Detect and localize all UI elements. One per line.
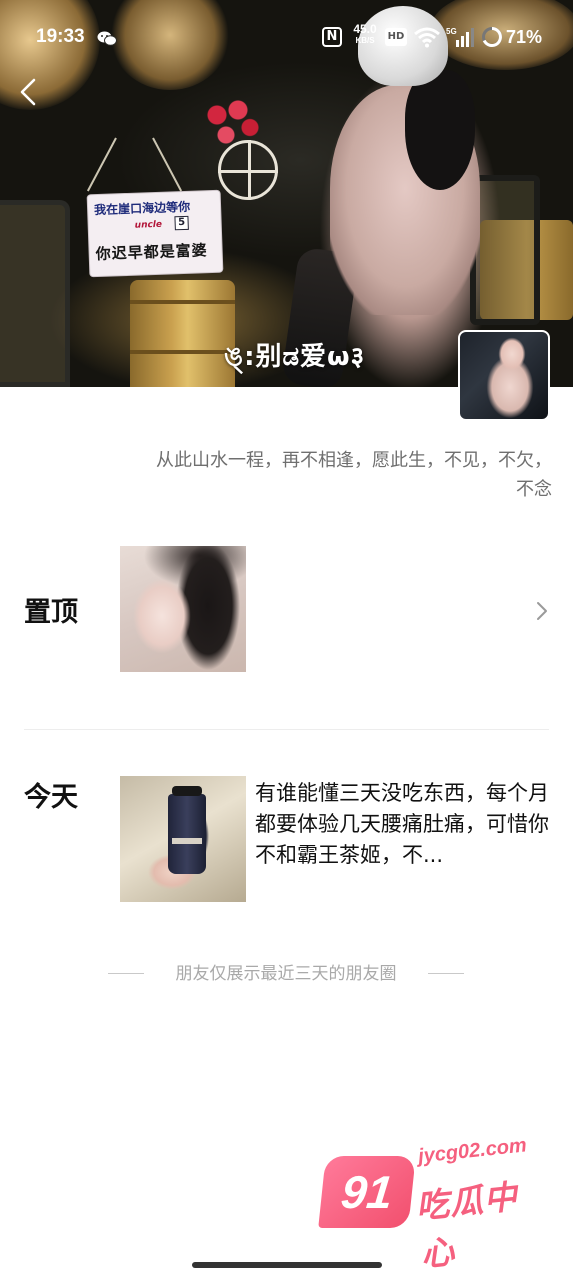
hd-badge: HD: [385, 28, 407, 46]
recent-moments-notice: 朋友仅展示最近三天的朋友圈: [108, 962, 464, 986]
status-time: 19:33: [36, 26, 85, 47]
battery-ring-icon: [482, 27, 502, 47]
watermark-badge: 91: [318, 1156, 416, 1228]
network-speed-value: 45.0: [353, 22, 377, 36]
watermark-logo: 91 jycg02.com 吃瓜中心: [318, 1134, 536, 1274]
profile-nickname: ঙ্:别ಡ爱ѡ३: [224, 342, 366, 372]
battery-percent: 71%: [506, 27, 543, 47]
wechat-icon: [97, 31, 117, 46]
sign-brand: uncle: [134, 219, 163, 231]
today-label: 今天: [24, 782, 78, 813]
chair-shape: [470, 175, 540, 325]
hanging-sign: 我在崖口海边等你 uncle 5 你迟早都是富婆: [86, 189, 224, 278]
pinned-label: 置顶: [24, 597, 78, 628]
back-icon[interactable]: [14, 76, 44, 108]
wifi-icon: [414, 27, 440, 48]
sign-string: [152, 137, 183, 192]
today-post-text[interactable]: 有谁能懂三天没吃东西，每个月都要体验几天腰痛肚痛，可惜你不和霸王茶姬，不...: [255, 778, 553, 871]
watermark-name: 吃瓜中心: [414, 1176, 520, 1274]
home-indicator[interactable]: [192, 1262, 382, 1268]
drink-cup-shape: [168, 786, 206, 874]
hair-shape: [405, 70, 475, 190]
profile-signature: 从此山水一程，再不相逢，愿此生，不见，不欠，不念: [156, 450, 552, 500]
barrel-shape: [130, 280, 235, 387]
chair-shape: [0, 200, 70, 387]
section-divider: [24, 729, 549, 730]
network-speed-unit: KB/S: [355, 36, 375, 45]
nfc-icon: N: [322, 27, 342, 47]
sign-string: [86, 137, 117, 192]
profile-avatar[interactable]: [458, 330, 550, 421]
notice-text: 朋友仅展示最近三天的朋友圈: [175, 964, 397, 984]
notice-line-right: [428, 973, 464, 974]
sign-line-1: 我在崖口海边等你: [93, 199, 191, 218]
cell-signal-icon: 5G: [446, 27, 474, 47]
sign-line-2: 你迟早都是富婆: [95, 241, 208, 264]
sign-number: 5: [174, 215, 189, 231]
today-post-thumbnail[interactable]: [120, 776, 246, 902]
watermark-url: jycg02.com: [417, 1134, 528, 1168]
notice-line-left: [108, 973, 144, 974]
pinned-photo-thumbnail[interactable]: [120, 546, 246, 672]
wheel-decoration: [218, 140, 278, 200]
network-type: 5G: [446, 27, 457, 36]
network-speed: 45.0 KB/S: [350, 22, 380, 46]
status-bar: 19:33 N 45.0 KB/S HD 5G 71%: [0, 0, 573, 76]
chevron-right-icon[interactable]: [535, 600, 549, 622]
